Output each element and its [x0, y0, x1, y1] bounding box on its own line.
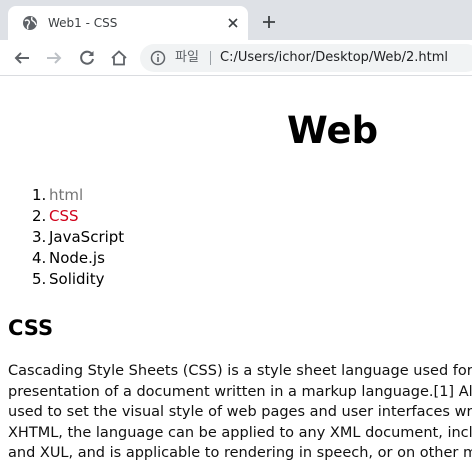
scheme-label: 파일 — [175, 50, 199, 65]
info-icon[interactable] — [150, 50, 166, 66]
globe-icon — [23, 16, 37, 30]
address-separator — [210, 51, 211, 65]
forward-arrow-icon[interactable] — [45, 49, 63, 67]
browser-tab[interactable]: Web1 - CSS — [8, 6, 248, 40]
new-tab-icon[interactable] — [261, 14, 277, 30]
list-item: 1. html — [32, 185, 124, 206]
nav-list: 1. html 2. CSS 3. JavaScript 4. Node.js 5. So… — [32, 185, 124, 290]
address-bar[interactable]: 파일 C:/Users/ichor/Desktop/Web/2.html — [140, 44, 472, 72]
list-number: 4. — [32, 249, 47, 267]
list-item: 4. Node.js — [32, 248, 124, 269]
list-item: 2. CSS — [32, 206, 124, 227]
nav-link-nodejs[interactable]: Node.js — [49, 249, 105, 267]
description-paragraph: Cascading Style Sheets (CSS) is a style … — [8, 361, 472, 464]
section-heading: CSS — [8, 316, 54, 340]
paragraph-line: XHTML, the language can be applied to an… — [8, 424, 472, 441]
paragraph-line: and XUL, and is applicable to rendering … — [8, 445, 472, 461]
nav-link-solidity[interactable]: Solidity — [49, 270, 104, 288]
close-tab-icon[interactable] — [226, 16, 240, 30]
list-number: 3. — [32, 228, 47, 246]
paragraph-line: used to set the visual style of web page… — [8, 404, 472, 420]
tab-title: Web1 - CSS — [48, 16, 118, 30]
list-item: 5. Solidity — [32, 269, 124, 290]
home-icon[interactable] — [110, 49, 128, 67]
browser-toolbar: 파일 C:/Users/ichor/Desktop/Web/2.html — [0, 40, 472, 76]
nav-link-javascript[interactable]: JavaScript — [49, 228, 124, 246]
url-text[interactable]: C:/Users/ichor/Desktop/Web/2.html — [220, 49, 448, 67]
page-content: Web 1. html 2. CSS 3. JavaScript 4. Node.js … — [0, 77, 472, 469]
tab-strip: Web1 - CSS — [0, 0, 472, 40]
list-number: 1. — [32, 186, 47, 204]
nav-link-css[interactable]: CSS — [49, 207, 79, 225]
list-number: 5. — [32, 270, 47, 288]
reload-icon[interactable] — [78, 49, 96, 67]
back-arrow-icon[interactable] — [13, 49, 31, 67]
page-title: Web — [287, 109, 379, 152]
paragraph-line: presentation of a document written in a … — [8, 383, 472, 400]
list-item: 3. JavaScript — [32, 227, 124, 248]
list-number: 2. — [32, 207, 47, 225]
nav-link-html[interactable]: html — [49, 186, 83, 204]
paragraph-line: Cascading Style Sheets (CSS) is a style … — [8, 363, 472, 379]
